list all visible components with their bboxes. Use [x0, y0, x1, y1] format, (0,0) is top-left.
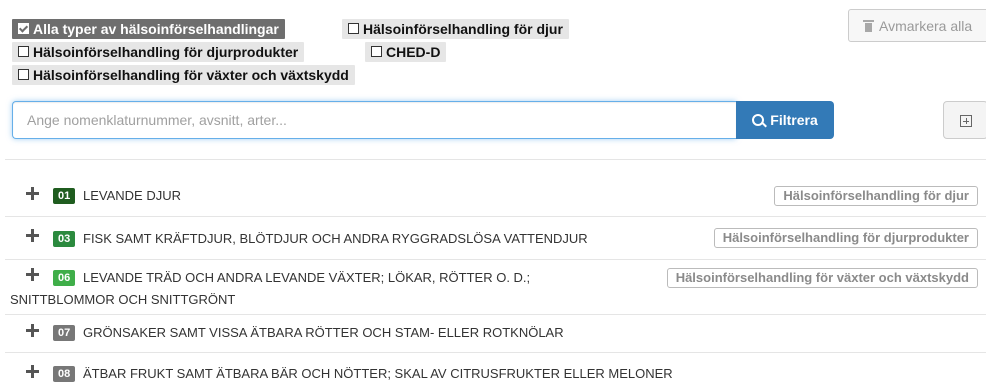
chapter-title-line1: LEVANDE TRÄD OCH ANDRA LEVANDE VÄXTER; L… — [83, 270, 531, 285]
search-icon — [752, 114, 765, 126]
list-item[interactable]: 07 GRÖNSAKER SAMT VISSA ÄTBARA RÖTTER OC… — [5, 318, 986, 348]
checkbox-icon — [371, 46, 382, 57]
filter-all-label: Alla typer av hälsoinförselhandlingar — [33, 21, 279, 37]
expand-plus-icon[interactable] — [26, 187, 39, 200]
trash-icon — [863, 20, 874, 32]
expand-plus-icon[interactable] — [26, 268, 39, 281]
filter-plants[interactable]: Hälsoinförselhandling för växter och väx… — [12, 65, 355, 85]
expand-all-button[interactable] — [943, 101, 986, 139]
filter-animal-products-label: Hälsoinförselhandling för djurprodukter — [33, 44, 299, 60]
divider — [5, 216, 986, 217]
chapter-title-line2: SNITTBLOMMOR OCH SNITTGRÖNT — [10, 292, 236, 307]
chapter-code-badge: 07 — [53, 325, 76, 341]
filter-button-label: Filtrera — [770, 112, 818, 128]
checkbox-icon — [18, 69, 29, 80]
filter-ched-d[interactable]: CHED-D — [365, 42, 447, 62]
filter-animal-products[interactable]: Hälsoinförselhandling för djurprodukter — [12, 42, 305, 62]
filter-animals[interactable]: Hälsoinförselhandling för djur — [342, 19, 569, 39]
deselect-all-button[interactable]: Avmarkera alla — [848, 9, 986, 42]
filter-animals-label: Hälsoinförselhandling för djur — [363, 21, 563, 37]
checkbox-checked-icon — [18, 23, 29, 34]
checkbox-icon — [348, 23, 359, 34]
chapter-title: GRÖNSAKER SAMT VISSA ÄTBARA RÖTTER OCH S… — [83, 325, 564, 340]
list-item[interactable]: 01 LEVANDE DJUR Hälsoinförselhandling fö… — [5, 180, 986, 212]
chapter-code-badge: 03 — [53, 231, 76, 247]
filter-all-types[interactable]: Alla typer av hälsoinförselhandlingar — [12, 19, 285, 39]
filter-button[interactable]: Filtrera — [736, 101, 834, 139]
search-input[interactable] — [12, 101, 736, 139]
expand-plus-icon[interactable] — [26, 365, 39, 378]
divider — [5, 352, 986, 353]
expand-plus-icon[interactable] — [26, 324, 39, 337]
filter-ched-d-label: CHED-D — [386, 44, 441, 60]
list-item[interactable]: 08 ÄTBAR FRUKT SAMT ÄTBARA BÄR OCH NÖTTE… — [5, 362, 986, 382]
filter-plants-label: Hälsoinförselhandling för växter och väx… — [33, 67, 349, 83]
deselect-all-label: Avmarkera alla — [879, 18, 973, 34]
divider — [5, 159, 986, 160]
divider — [5, 259, 986, 260]
list-item[interactable]: 06 LEVANDE TRÄD OCH ANDRA LEVANDE VÄXTER… — [5, 262, 986, 310]
document-type-tag: Hälsoinförselhandling för djur — [774, 186, 978, 206]
chapter-code-badge: 06 — [53, 270, 76, 286]
chapter-title: FISK SAMT KRÄFTDJUR, BLÖTDJUR OCH ANDRA … — [83, 231, 588, 246]
plus-square-icon — [960, 115, 972, 127]
checkbox-icon — [18, 46, 29, 57]
list-item[interactable]: 03 FISK SAMT KRÄFTDJUR, BLÖTDJUR OCH AND… — [5, 222, 986, 254]
chapter-title: ÄTBAR FRUKT SAMT ÄTBARA BÄR OCH NÖTTER; … — [83, 366, 673, 381]
divider — [5, 314, 986, 315]
document-type-tag: Hälsoinförselhandling för växter och väx… — [666, 268, 978, 288]
chapter-title: LEVANDE DJUR — [83, 188, 182, 203]
document-type-tag: Hälsoinförselhandling för djurprodukter — [713, 228, 978, 248]
chapter-code-badge: 01 — [53, 188, 76, 204]
expand-plus-icon[interactable] — [26, 229, 39, 242]
